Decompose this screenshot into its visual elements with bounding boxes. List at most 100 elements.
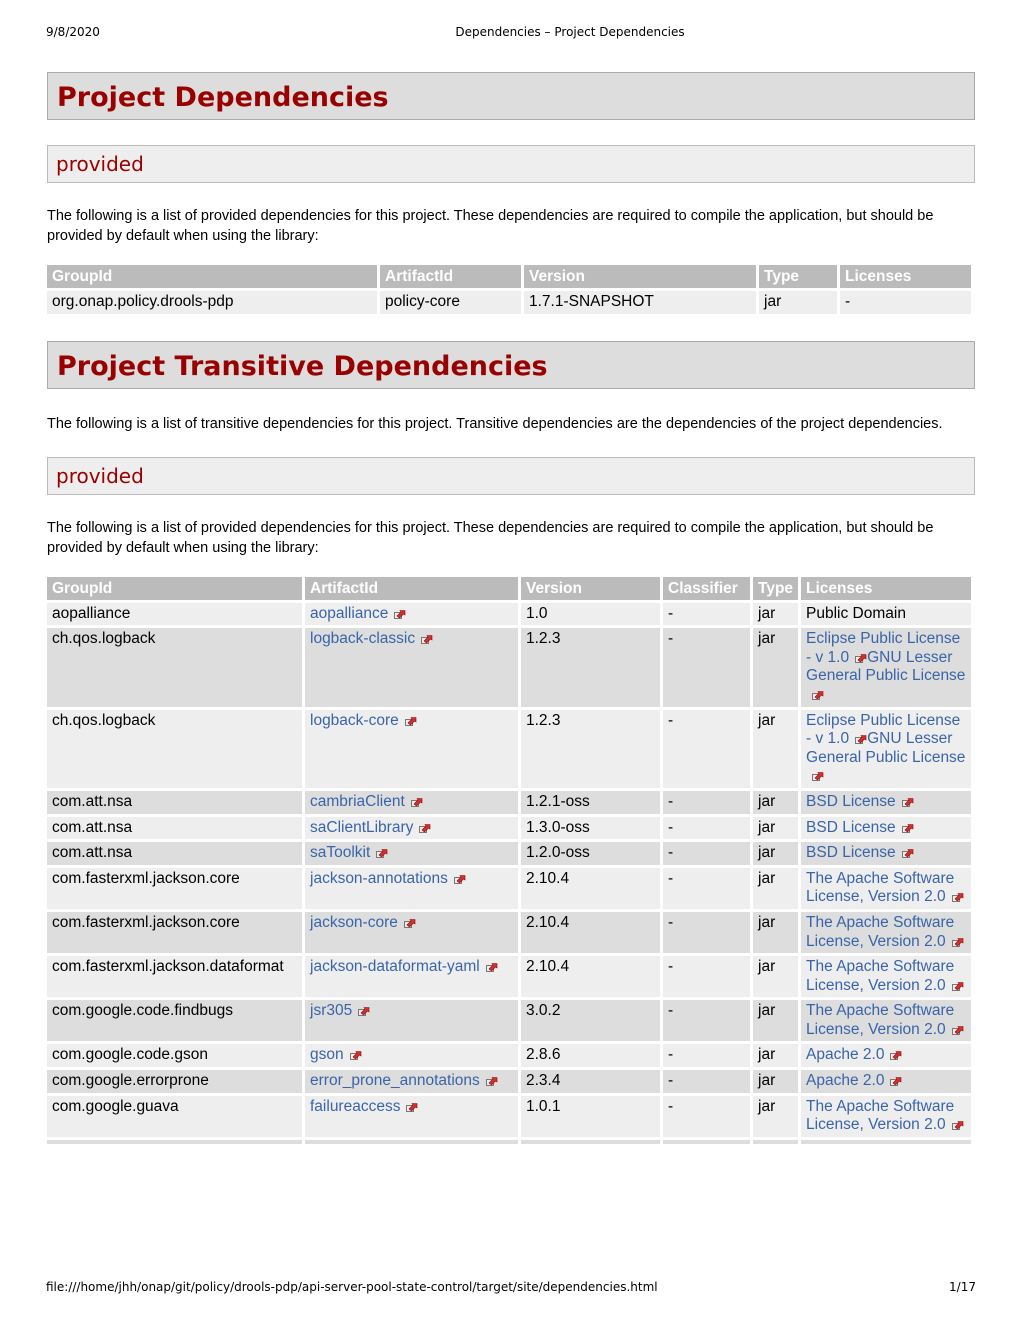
cell-licenses: Eclipse Public License - v 1.0 GNU Lesser… [801,709,971,788]
cell-classifier: - [663,1000,750,1042]
cell-classifier: - [663,1070,750,1093]
artifact-link[interactable]: logback-core [310,712,399,729]
cell-artifactid: logback-core [305,709,518,788]
license-link[interactable]: The Apache Software License, Version 2.0 [806,870,954,906]
license-link[interactable]: The Apache Software License, Version 2.0 [806,958,954,994]
column-header: Licenses [801,576,971,600]
artifact-link[interactable]: logback-classic [310,630,415,647]
table-row: aopalliance aopalliance 1.0- jar Public Doma… [47,602,971,626]
cell-classifier: - [663,790,750,814]
subsection-title-provided: provided [47,145,975,183]
cell-type: jar [753,1070,799,1093]
cell-empty [663,1139,750,1144]
license-link[interactable]: The Apache Software License, Version 2.0 [806,914,954,950]
external-link-icon [485,1073,498,1087]
print-page-number: 1/17 [949,1280,976,1294]
external-link-icon [890,1073,902,1087]
table-row: com.att.nsa cambriaClient 1.2.1-oss - jar BSD… [47,790,971,814]
external-link-icon [485,959,498,973]
cell-classifier: - [663,842,750,865]
external-link-icon [421,631,433,645]
external-link-icon [901,794,914,807]
license-link[interactable]: BSD License [806,844,896,861]
artifact-link[interactable]: jackson-dataformat-yaml [310,958,480,975]
cell-type: jar [753,790,799,814]
cell-licenses: BSD License [801,790,971,814]
artifact-link[interactable]: gson [310,1046,344,1063]
external-link-icon [855,650,867,663]
cell-groupid: com.att.nsa [47,816,302,840]
cell-empty [47,1139,302,1144]
cell-licenses: Apache 2.0 [801,1070,971,1093]
cell-classifier: - [663,956,750,998]
external-link-icon [901,820,914,833]
cell-type: jar [753,842,799,865]
cell-version: 2.10.4 [521,911,660,954]
license-link[interactable]: BSD License [806,819,896,836]
cell-artifactid: saClientLibrary [305,816,518,840]
artifact-link[interactable]: jsr305 [310,1002,352,1019]
table-row: ch.qos.logback logback-core 1.2.3- jar Eclip… [47,709,971,788]
cell-classifier: - [663,709,750,788]
cell-artifactid: jackson-annotations [305,867,518,909]
table-row: com.att.nsa saClientLibrary 1.3.0-oss - jar B… [47,816,971,840]
column-header: Type [759,265,837,288]
artifact-link[interactable]: jackson-core [310,914,398,931]
table-row-partial [47,1139,971,1144]
subsection-title-transitive-provided: provided [47,456,975,495]
table-row: com.google.errorprone error_prone_annotat… [47,1070,971,1093]
cell-empty [521,1139,660,1144]
artifact-link[interactable]: jackson-annotations [310,870,448,887]
section-title-transitive-dependencies: Project Transitive Dependencies [47,340,975,389]
cell-version: 2.10.4 [521,956,660,998]
cell-version: 1.2.1-oss [521,790,660,814]
table-row: com.fasterxml.jackson.core jackson-annota… [47,867,971,909]
license-link[interactable]: Apache 2.0 [806,1046,884,1063]
cell-licenses: The Apache Software License, Version 2.0 [801,1000,971,1042]
external-link-icon [951,1022,964,1035]
artifact-link[interactable]: failureaccess [310,1098,400,1115]
provided-intro: The following is a list of provided depe… [47,208,934,244]
column-header: Type [753,576,799,600]
column-header: ArtifactId [380,265,521,288]
cell-type: jar [753,816,799,840]
cell-groupid: org.onap.policy.drools-pdp [47,291,377,314]
cell-version: 1.0.1 [521,1095,660,1137]
external-link-icon [951,978,964,991]
cell-classifier: - [663,1095,750,1137]
license-link[interactable]: The Apache Software License, Version 2.0 [806,1098,954,1134]
cell-classifier: - [663,1044,750,1068]
external-link-icon [410,794,423,807]
artifact-link[interactable]: error_prone_annotations [310,1072,480,1089]
cell-version: 1.3.0-oss [521,816,660,840]
column-header: GroupId [47,576,302,600]
license-link[interactable]: The Apache Software License, Version 2.0 [806,1002,954,1038]
cell-licenses: BSD License [801,842,971,865]
cell-groupid: com.fasterxml.jackson.core [47,911,302,954]
license-text: Public Domain [806,604,906,622]
cell-type: jar [753,911,799,954]
cell-licenses: Apache 2.0 [801,1044,971,1068]
external-link-icon [951,1117,964,1131]
external-link-icon [901,845,914,859]
table-row: com.fasterxml.jackson.dataformat jackson-… [47,956,971,998]
cell-version: 1.2.0-oss [521,842,660,865]
cell-version: 1.7.1-SNAPSHOT [524,291,756,314]
table-row: ch.qos.logback logback-classic 1.2.3- jar Ec… [47,628,971,707]
cell-empty [801,1139,971,1144]
external-link-icon [406,1099,418,1112]
cell-type: jar [759,291,837,314]
cell-groupid: aopalliance [47,602,302,626]
artifact-link[interactable]: aopalliance [310,605,388,622]
license-link[interactable]: BSD License [806,793,896,810]
license-link[interactable]: Apache 2.0 [806,1072,884,1089]
external-link-icon [890,1047,902,1061]
artifact-link[interactable]: saToolkit [310,844,370,861]
cell-artifactid: policy-core [380,291,521,314]
artifact-link[interactable]: saClientLibrary [310,819,413,836]
cell-licenses: Public Domain [801,602,971,626]
artifact-link[interactable]: cambriaClient [310,793,405,810]
cell-type: jar [753,709,799,788]
cell-version: 3.0.2 [521,1000,660,1042]
cell-licenses: The Apache Software License, Version 2.0 [801,1095,971,1137]
